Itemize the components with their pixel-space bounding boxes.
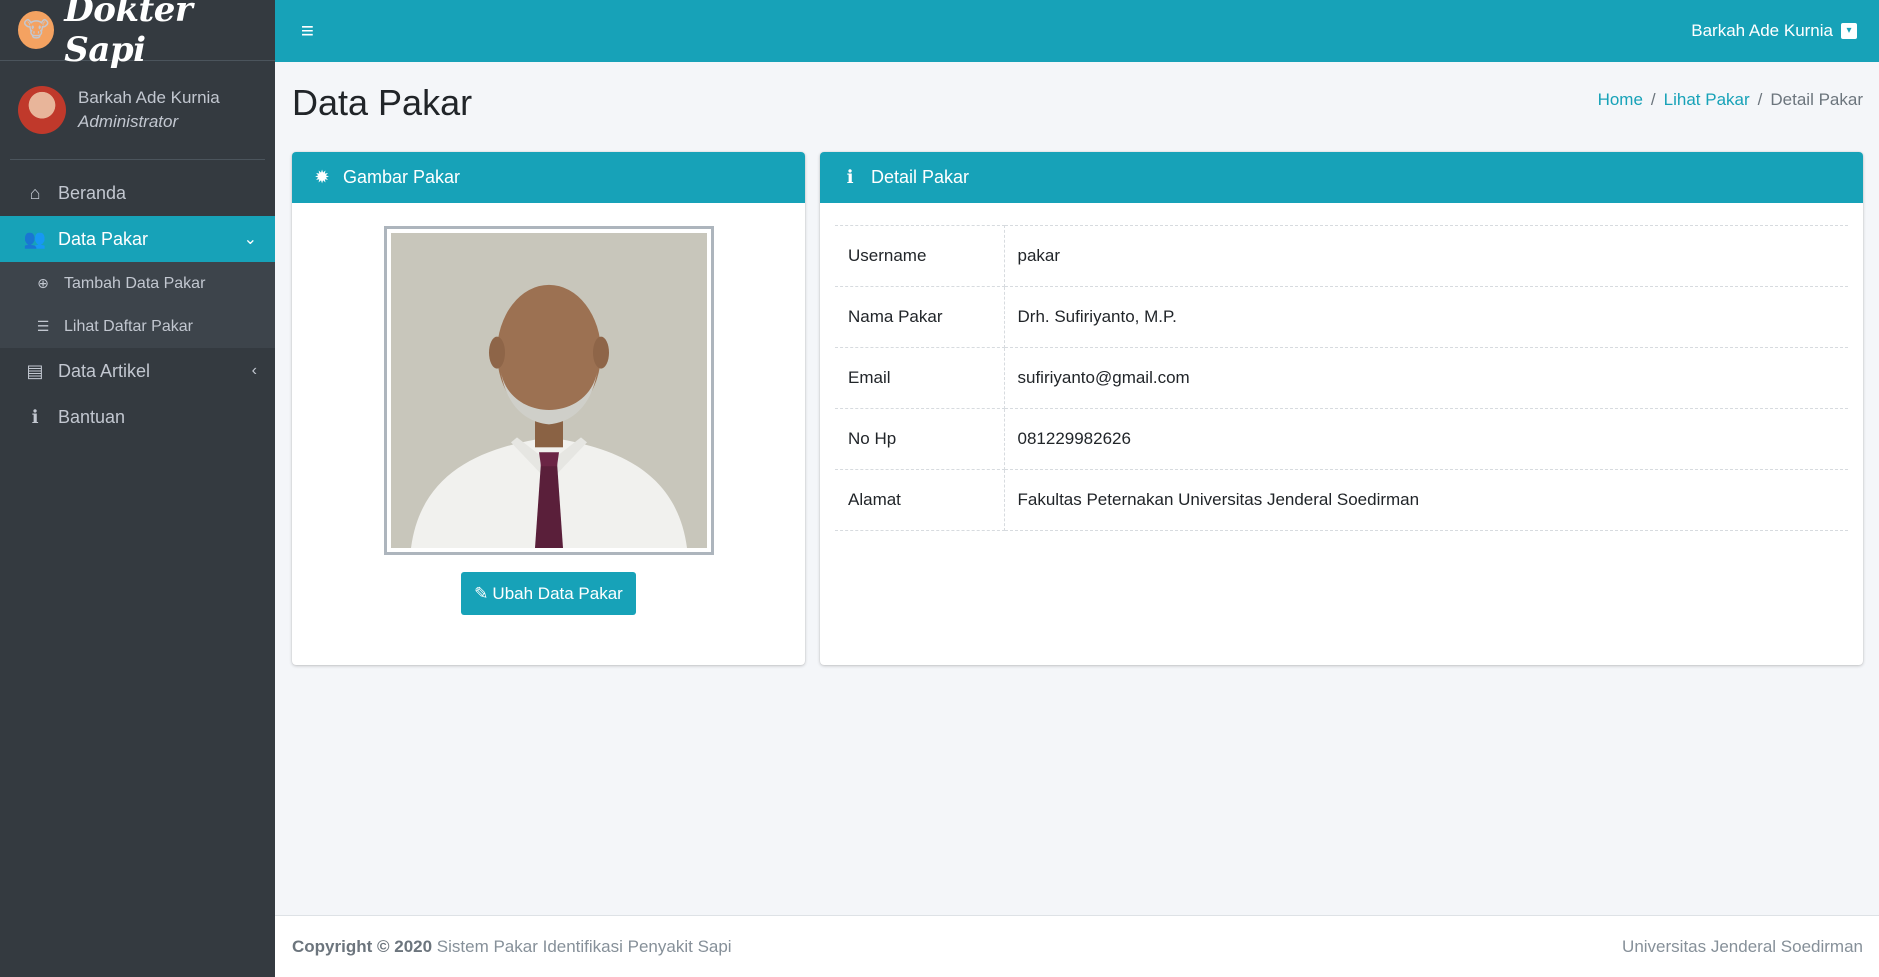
row-value: pakar <box>1004 225 1848 287</box>
sidebar-item-label: Data Pakar <box>58 228 149 249</box>
user-dropdown-name: Barkah Ade Kurnia <box>1691 21 1833 40</box>
table-row: Nama Pakar Drh. Sufiriyanto, M.P. <box>835 286 1848 348</box>
newspaper-icon: ▤ <box>26 360 44 381</box>
sidebar-item-data-artikel[interactable]: ▤ Data Artikel ‹ <box>0 348 275 394</box>
footer: Copyright © 2020 Sistem Pakar Identifika… <box>275 915 1879 977</box>
sidebar-item-bantuan[interactable]: ℹ Bantuan <box>0 394 275 440</box>
edit-icon: ✎ <box>474 583 489 603</box>
users-icon: 👥 <box>23 228 47 249</box>
sidebar-item-label: Tambah Data Pakar <box>64 274 206 292</box>
footer-right: Universitas Jenderal Soedirman <box>1622 936 1863 956</box>
cards-row: ✹ Gambar Pakar ✎ Ubah Data Pakar ℹ Detai… <box>292 152 1863 665</box>
home-icon: ⌂ <box>29 182 41 203</box>
row-label: Username <box>835 225 1005 287</box>
row-label: Alamat <box>835 469 1005 531</box>
row-value: sufiriyanto@gmail.com <box>1004 347 1848 409</box>
row-label: No Hp <box>835 408 1005 470</box>
row-value: Fakultas Peternakan Universitas Jenderal… <box>1004 469 1848 531</box>
detail-pakar-card: ℹ Detail Pakar Username pakar Nama Pakar… <box>820 152 1863 665</box>
user-panel: Barkah Ade Kurnia Administrator <box>10 61 265 160</box>
cow-logo-icon: 🐮 <box>18 11 55 49</box>
breadcrumb-current: Detail Pakar <box>1770 90 1863 109</box>
button-label: Ubah Data Pakar <box>492 583 623 603</box>
chevron-left-icon: ‹ <box>251 362 257 379</box>
list-icon: ☰ <box>36 318 50 334</box>
expert-photo-image <box>390 233 707 548</box>
sidebar: 🐮 Dokter Sapi Barkah Ade Kurnia Administ… <box>0 0 275 977</box>
row-value: 081229982626 <box>1004 408 1848 470</box>
table-row: No Hp 081229982626 <box>835 408 1848 470</box>
user-panel-role: Administrator <box>78 112 179 131</box>
menu-toggle-icon[interactable]: ≡ <box>301 18 314 44</box>
brand-name: Dokter Sapi <box>64 0 193 70</box>
card-header: ✹ Gambar Pakar <box>292 152 805 203</box>
sidebar-nav: ⌂ Beranda 👥 Data Pakar ⌄ ⊕ Tambah Data P… <box>0 170 275 440</box>
content-header: Data Pakar Home / Lihat Pakar / Detail Pakar <box>292 62 1863 152</box>
page-title: Data Pakar <box>292 82 473 123</box>
plus-circle-icon: ⊕ <box>37 275 49 291</box>
row-value: Drh. Sufiriyanto, M.P. <box>1004 286 1848 348</box>
card-header: ℹ Detail Pakar <box>820 152 1863 203</box>
top-navbar: ≡ Barkah Ade Kurnia ▾ <box>275 0 1879 62</box>
sidebar-item-label: Lihat Daftar Pakar <box>64 317 193 335</box>
card-title: Detail Pakar <box>871 167 970 187</box>
sidebar-item-lihat-daftar-pakar[interactable]: ☰ Lihat Daftar Pakar <box>0 305 275 348</box>
breadcrumb-separator: / <box>1757 90 1763 109</box>
info-circle-icon: ℹ <box>31 406 39 427</box>
table-row: Email sufiriyanto@gmail.com <box>835 347 1848 409</box>
footer-left: Copyright © 2020 Sistem Pakar Identifika… <box>292 937 732 957</box>
sidebar-item-beranda[interactable]: ⌂ Beranda <box>0 170 275 216</box>
breadcrumb-home[interactable]: Home <box>1598 90 1643 109</box>
main-content: Data Pakar Home / Lihat Pakar / Detail Pakar… <box>275 62 1879 915</box>
user-panel-name[interactable]: Barkah Ade Kurnia <box>78 88 220 108</box>
user-dropdown[interactable]: Barkah Ade Kurnia ▾ <box>1691 21 1857 41</box>
sidebar-item-label: Bantuan <box>58 406 126 427</box>
sidebar-item-data-pakar[interactable]: 👥 Data Pakar ⌄ <box>0 216 275 262</box>
row-label: Nama Pakar <box>835 286 1005 348</box>
chevron-down-icon: ⌄ <box>243 231 257 248</box>
photo-wrapper: ✎ Ubah Data Pakar <box>292 203 805 615</box>
sidebar-item-label: Data Artikel <box>58 360 151 381</box>
info-icon: ℹ <box>846 167 854 187</box>
caret-down-icon: ▾ <box>1841 23 1857 39</box>
footer-copyright: Copyright © 2020 <box>292 936 433 956</box>
portrait-illustration <box>390 233 707 548</box>
sidebar-item-tambah-data-pakar[interactable]: ⊕ Tambah Data Pakar <box>0 262 275 305</box>
card-title: Gambar Pakar <box>343 167 461 187</box>
expert-photo <box>383 226 714 555</box>
ubah-data-pakar-button[interactable]: ✎ Ubah Data Pakar <box>461 572 636 615</box>
breadcrumb-lihat-pakar[interactable]: Lihat Pakar <box>1664 90 1750 109</box>
cog-icon: ✹ <box>314 167 330 187</box>
row-label: Email <box>835 347 1005 409</box>
breadcrumb-separator: / <box>1650 90 1656 109</box>
brand-link[interactable]: 🐮 Dokter Sapi <box>0 0 275 70</box>
sidebar-submenu-data-pakar: ⊕ Tambah Data Pakar ☰ Lihat Daftar Pakar <box>0 262 275 348</box>
table-row: Username pakar <box>835 225 1848 287</box>
sidebar-item-label: Beranda <box>58 182 127 203</box>
gambar-pakar-card: ✹ Gambar Pakar ✎ Ubah Data Pakar <box>292 152 805 665</box>
table-row: Alamat Fakultas Peternakan Universitas J… <box>835 469 1848 531</box>
breadcrumb: Home / Lihat Pakar / Detail Pakar <box>1598 90 1863 110</box>
detail-table: Username pakar Nama Pakar Drh. Sufiriyan… <box>835 225 1848 531</box>
avatar[interactable] <box>18 86 66 134</box>
footer-app-name: Sistem Pakar Identifikasi Penyakit Sapi <box>432 936 732 956</box>
